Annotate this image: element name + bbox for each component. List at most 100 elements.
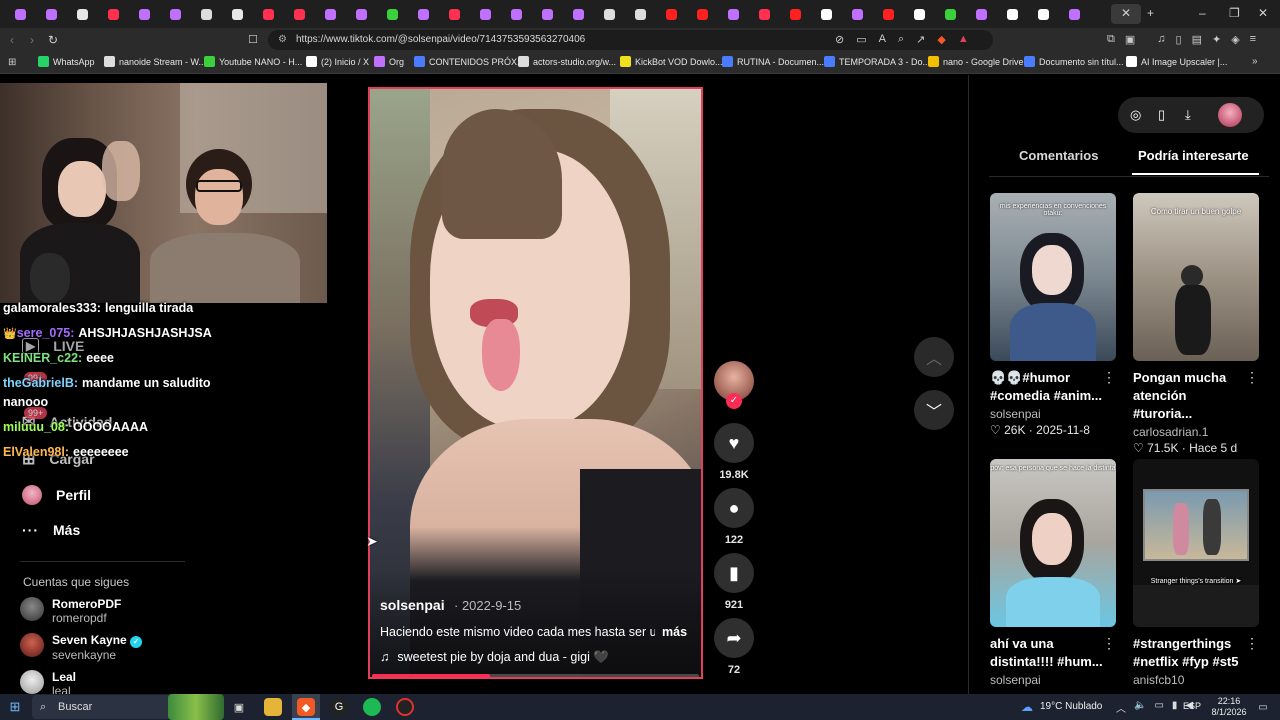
recommended-video-card[interactable]: Stranger things's transition ➤ #stranger… xyxy=(1133,459,1259,687)
minimize-icon[interactable]: – xyxy=(1199,6,1206,20)
new-tab-icon[interactable]: + xyxy=(1147,6,1154,20)
bookmark-page-icon[interactable]: ☐ xyxy=(248,33,258,47)
window-close-icon[interactable]: ✕ xyxy=(1258,6,1268,20)
tiktok-icon[interactable]: ◎ xyxy=(1130,107,1141,123)
like-button[interactable]: ♥ 19.8K xyxy=(714,423,754,481)
bookmark-item[interactable]: Org xyxy=(374,56,404,67)
brave-shield-icon[interactable]: ◆ xyxy=(937,33,945,46)
bookmark-item[interactable]: nanoide Stream - W... xyxy=(104,56,206,67)
recommended-video-card[interactable]: mis experiencias en convenciones otaku: … xyxy=(990,193,1116,437)
video-player[interactable]: solsenpai · 2022-9-15 Haciendo este mism… xyxy=(368,87,703,679)
obs-icon[interactable] xyxy=(396,698,414,716)
device-icon[interactable]: ▯ xyxy=(1158,107,1165,123)
browser-tab[interactable] xyxy=(130,5,158,23)
reader-icon[interactable]: ⊘ xyxy=(835,33,844,46)
sidebar-icon[interactable]: ▯ xyxy=(1176,33,1182,46)
share-icon[interactable]: ↗ xyxy=(916,33,925,46)
caption-more-button[interactable]: más xyxy=(662,625,687,639)
card-options-icon[interactable]: ⋮ xyxy=(1245,635,1259,652)
bookmark-item[interactable]: KickBot VOD Dowlo... xyxy=(620,56,723,67)
following-account[interactable]: Leal leal xyxy=(20,670,76,694)
browser-tab[interactable] xyxy=(874,5,902,23)
close-tab-icon[interactable]: ✕ xyxy=(1121,6,1131,20)
video-author[interactable]: solsenpai xyxy=(380,597,445,613)
tab-recommendations[interactable]: Podría interesarte xyxy=(1138,148,1249,163)
browser-tab[interactable] xyxy=(564,5,592,23)
following-account[interactable]: RomeroPDF romeropdf xyxy=(20,597,121,625)
file-explorer-icon[interactable] xyxy=(264,698,282,716)
bookmark-item[interactable]: (2) Inicio / X xyxy=(306,56,369,67)
bookmark-item[interactable]: AI Image Upscaler |... xyxy=(1126,56,1227,67)
browser-tab[interactable] xyxy=(378,5,406,23)
vpn-icon[interactable]: ◈ xyxy=(1231,33,1239,46)
browser-tab[interactable] xyxy=(843,5,871,23)
browser-tab[interactable] xyxy=(905,5,933,23)
next-video-button[interactable]: ﹀ xyxy=(914,390,954,430)
browser-tab[interactable] xyxy=(99,5,127,23)
task-view-icon[interactable]: ▣ xyxy=(230,698,248,716)
browser-tab[interactable] xyxy=(409,5,437,23)
brave-rewards-icon[interactable]: ▲ xyxy=(958,33,969,46)
browser-tab[interactable] xyxy=(936,5,964,23)
bookmark-item[interactable]: Documento sin títul... xyxy=(1024,56,1124,67)
cast-icon[interactable]: ▭ xyxy=(856,33,866,46)
browser-tab[interactable] xyxy=(254,5,282,23)
site-info-icon[interactable]: ⚙ xyxy=(278,30,287,50)
menu-icon[interactable]: ≡ xyxy=(1250,33,1256,46)
speaker-icon[interactable]: 🔈 xyxy=(1134,700,1146,715)
browser-tab[interactable] xyxy=(471,5,499,23)
browser-tab[interactable] xyxy=(192,5,220,23)
back-icon[interactable]: ‹ xyxy=(10,33,14,47)
translate-icon[interactable]: A xyxy=(879,33,886,46)
browser-tab[interactable] xyxy=(347,5,375,23)
app-icon[interactable]: G xyxy=(330,698,348,716)
browser-tab[interactable] xyxy=(68,5,96,23)
card-options-icon[interactable]: ⋮ xyxy=(1102,369,1116,386)
forward-icon[interactable]: › xyxy=(30,33,34,47)
browser-tab[interactable] xyxy=(533,5,561,23)
bookmark-item[interactable]: TEMPORADA 3 - Do... xyxy=(824,56,930,67)
input-language[interactable]: ESP xyxy=(1183,701,1201,711)
reload-icon[interactable]: ↻ xyxy=(48,33,58,47)
bookmark-item[interactable]: actors-studio.org/w... xyxy=(518,56,616,67)
browser-tab[interactable] xyxy=(657,5,685,23)
sidebar-item-more[interactable]: ··· Más xyxy=(22,522,80,538)
previous-video-button[interactable]: ︿ xyxy=(914,337,954,377)
clock[interactable]: 22:16 8/1/2026 xyxy=(1208,696,1250,718)
browser-tab[interactable] xyxy=(1060,5,1088,23)
wallet-icon[interactable]: ▤ xyxy=(1192,33,1202,46)
zoom-icon[interactable]: ⌕ xyxy=(898,33,904,46)
bookmark-item[interactable]: RUTINA - Documen... xyxy=(722,56,824,67)
browser-tab[interactable] xyxy=(223,5,251,23)
windows-start-icon[interactable]: ⊞ xyxy=(6,698,24,716)
user-avatar[interactable] xyxy=(1218,103,1242,127)
browser-tab[interactable] xyxy=(750,5,778,23)
recommended-video-card[interactable]: pov: esa persona que se hace la distinta… xyxy=(990,459,1116,687)
chevron-up-icon[interactable]: ︿ xyxy=(1116,700,1126,715)
browser-tab[interactable] xyxy=(967,5,995,23)
comment-button[interactable]: ● 122 xyxy=(714,488,754,546)
browser-tab[interactable] xyxy=(626,5,654,23)
browser-tab[interactable] xyxy=(502,5,530,23)
browser-tab[interactable] xyxy=(812,5,840,23)
extensions-icon[interactable]: ⧉ xyxy=(1107,33,1115,46)
browser-tab[interactable] xyxy=(316,5,344,23)
browser-tab[interactable] xyxy=(688,5,716,23)
share-button[interactable]: ➦ 72 xyxy=(714,618,754,676)
browser-tab[interactable] xyxy=(998,5,1026,23)
mic-icon[interactable]: ▮ xyxy=(1172,700,1178,715)
spotify-icon[interactable] xyxy=(363,698,381,716)
browser-tab[interactable] xyxy=(6,5,34,23)
browser-tab[interactable] xyxy=(1029,5,1057,23)
browser-tab[interactable] xyxy=(37,5,65,23)
card-options-icon[interactable]: ⋮ xyxy=(1245,369,1259,386)
sidebar-item-profile[interactable]: Perfil xyxy=(22,485,91,505)
browser-tab[interactable] xyxy=(440,5,468,23)
tab-comments[interactable]: Comentarios xyxy=(1019,148,1098,163)
save-button[interactable]: ▮ 921 xyxy=(714,553,754,611)
recommended-video-card[interactable]: Como tirar un buen golpe Pongan mucha at… xyxy=(1133,193,1259,455)
follow-check-icon[interactable]: ✓ xyxy=(726,393,742,409)
more-bookmarks-icon[interactable]: » xyxy=(1252,55,1258,69)
network-icon[interactable]: ▭ xyxy=(1154,700,1163,715)
bookmark-item[interactable]: Youtube NANO - H... xyxy=(204,56,302,67)
